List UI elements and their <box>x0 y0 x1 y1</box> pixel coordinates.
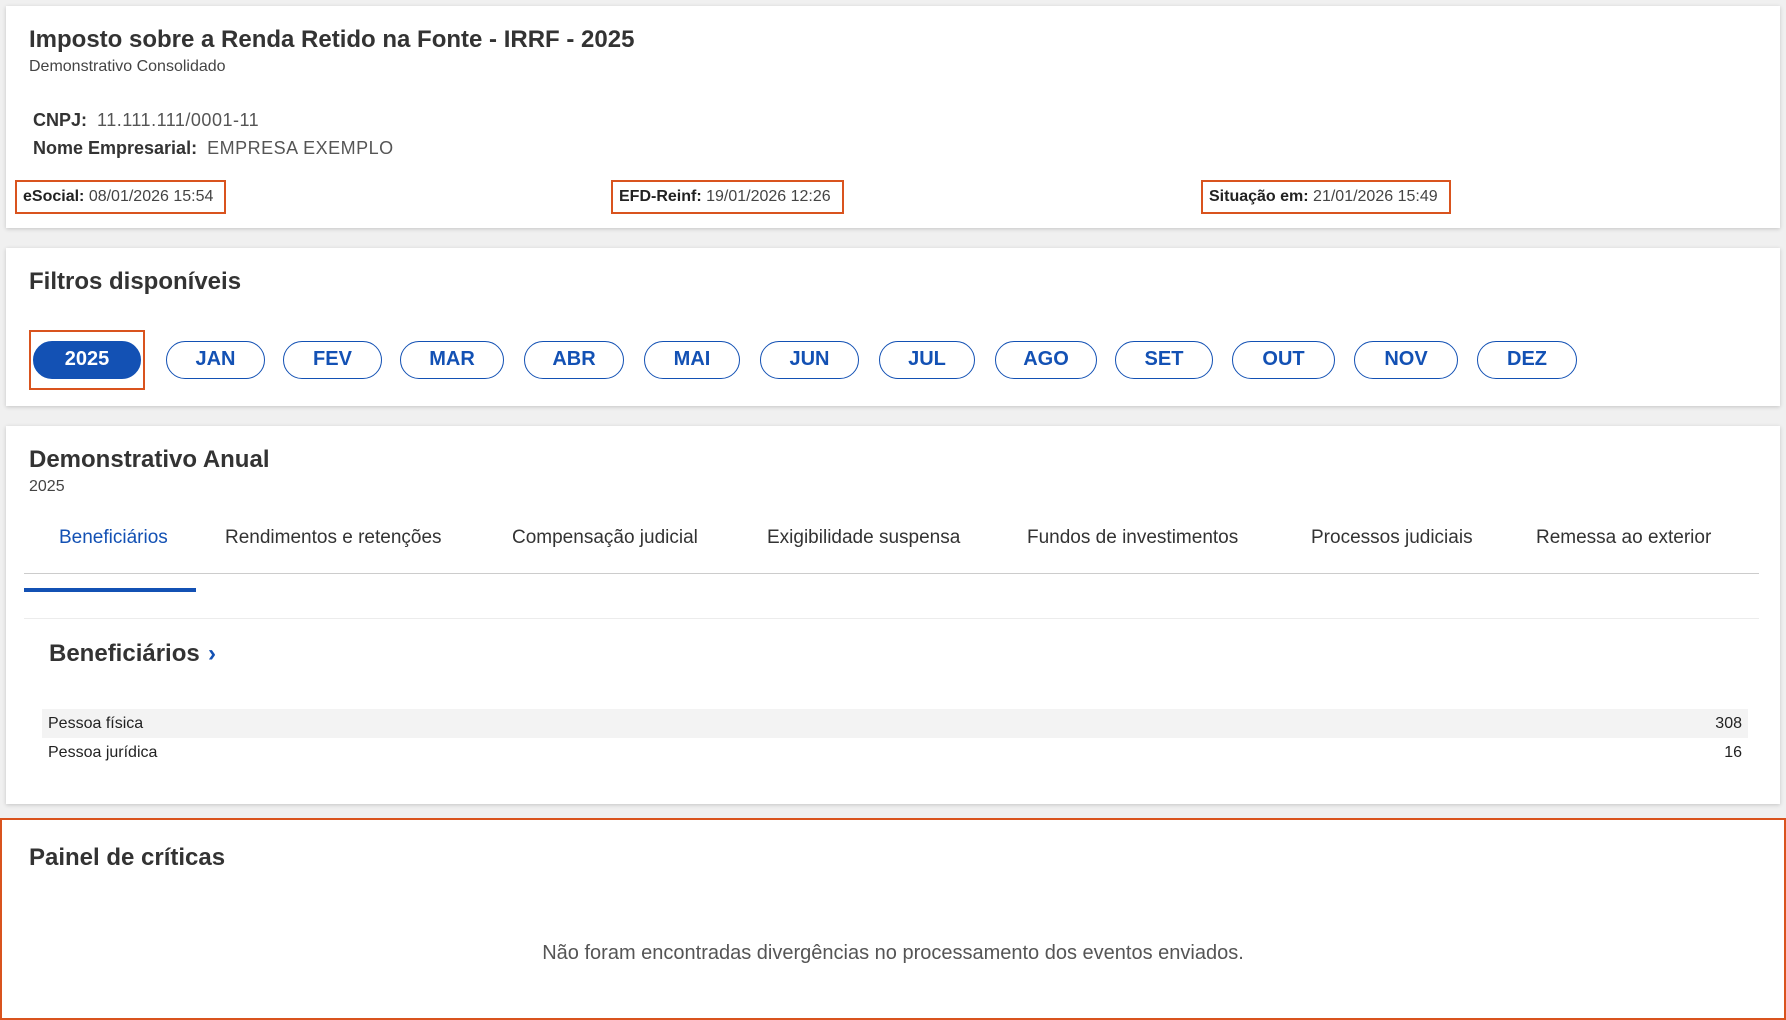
filter-chip-jun[interactable]: JUN <box>760 341 859 379</box>
filter-chip-jan[interactable]: JAN <box>166 341 265 379</box>
filters-card: Filtros disponíveis 2025 JAN FEV MAR ABR… <box>6 248 1780 406</box>
tab-remessa-exterior[interactable]: Remessa ao exterior <box>1536 516 1711 574</box>
filter-chip-dez[interactable]: DEZ <box>1477 341 1577 379</box>
situacao-label: Situação em: <box>1209 188 1309 205</box>
filters-title: Filtros disponíveis <box>29 268 242 295</box>
annual-statement-card: Demonstrativo Anual 2025 Beneficiários R… <box>6 426 1780 804</box>
filter-chip-mai[interactable]: MAI <box>644 341 740 379</box>
efd-reinf-timestamp: EFD-Reinf: 19/01/2026 12:26 <box>611 180 844 214</box>
filter-chip-fev[interactable]: FEV <box>283 341 382 379</box>
esocial-timestamp: eSocial: 08/01/2026 15:54 <box>15 180 227 214</box>
criticas-panel: Painel de críticas Não foram encontradas… <box>0 818 1786 1020</box>
divider <box>24 618 1759 619</box>
filter-chip-abr[interactable]: ABR <box>524 341 624 379</box>
beneficiarios-section-title[interactable]: Beneficiários <box>49 640 200 668</box>
filter-chip-mar[interactable]: MAR <box>400 341 504 379</box>
page-subtitle: Demonstrativo Consolidado <box>29 58 226 75</box>
row-value: 308 <box>1715 715 1742 732</box>
tab-compensacao-judicial[interactable]: Compensação judicial <box>512 516 698 574</box>
filter-chip-year[interactable]: 2025 <box>33 341 141 379</box>
page-title: Imposto sobre a Renda Retido na Fonte - … <box>29 26 635 53</box>
nome-empresarial-value: EMPRESA EXEMPLO <box>207 138 394 158</box>
filter-chip-jul[interactable]: JUL <box>879 341 975 379</box>
nome-empresarial-line: Nome Empresarial: EMPRESA EXEMPLO <box>33 138 394 159</box>
esocial-label: eSocial: <box>23 188 85 205</box>
cnpj-line: CNPJ: 11.111.111/0001-11 <box>33 110 259 131</box>
filter-chip-set[interactable]: SET <box>1115 341 1213 379</box>
row-label: Pessoa jurídica <box>48 744 158 761</box>
tab-beneficiarios[interactable]: Beneficiários <box>59 516 168 574</box>
tab-rendimentos-retencoes[interactable]: Rendimentos e retenções <box>225 516 442 574</box>
tab-processos-judiciais[interactable]: Processos judiciais <box>1311 516 1473 574</box>
table-row: Pessoa física 308 <box>42 709 1748 738</box>
chevron-right-icon[interactable]: › <box>208 640 216 668</box>
selected-filter-highlight: 2025 <box>29 330 145 390</box>
row-value: 16 <box>1724 744 1742 761</box>
table-row: Pessoa jurídica 16 <box>42 738 1748 767</box>
efd-reinf-value: 19/01/2026 12:26 <box>706 188 831 205</box>
tab-fundos-investimentos[interactable]: Fundos de investimentos <box>1027 516 1238 574</box>
situacao-timestamp: Situação em: 21/01/2026 15:49 <box>1201 180 1451 214</box>
row-label: Pessoa física <box>48 715 144 732</box>
situacao-value: 21/01/2026 15:49 <box>1313 188 1438 205</box>
filter-chip-nov[interactable]: NOV <box>1354 341 1458 379</box>
tab-exigibilidade-suspensa[interactable]: Exigibilidade suspensa <box>767 516 960 574</box>
cnpj-label: CNPJ: <box>33 110 88 130</box>
annual-year: 2025 <box>29 478 65 495</box>
filter-chip-out[interactable]: OUT <box>1232 341 1335 379</box>
active-tab-indicator <box>24 588 196 592</box>
no-divergences-message: Não foram encontradas divergências no pr… <box>542 942 1244 964</box>
annual-tabs: Beneficiários Rendimentos e retenções Co… <box>24 516 1759 574</box>
efd-reinf-label: EFD-Reinf: <box>619 188 702 205</box>
annual-title: Demonstrativo Anual <box>29 446 270 473</box>
nome-empresarial-label: Nome Empresarial: <box>33 138 198 158</box>
criticas-title: Painel de críticas <box>29 844 226 871</box>
filter-chip-row: 2025 JAN FEV MAR ABR MAI JUN JUL AGO SET… <box>29 330 1629 390</box>
cnpj-value: 11.111.111/0001-11 <box>97 110 260 130</box>
esocial-value: 08/01/2026 15:54 <box>88 188 214 205</box>
filter-chip-ago[interactable]: AGO <box>995 341 1097 379</box>
header-card: Imposto sobre a Renda Retido na Fonte - … <box>6 6 1780 228</box>
